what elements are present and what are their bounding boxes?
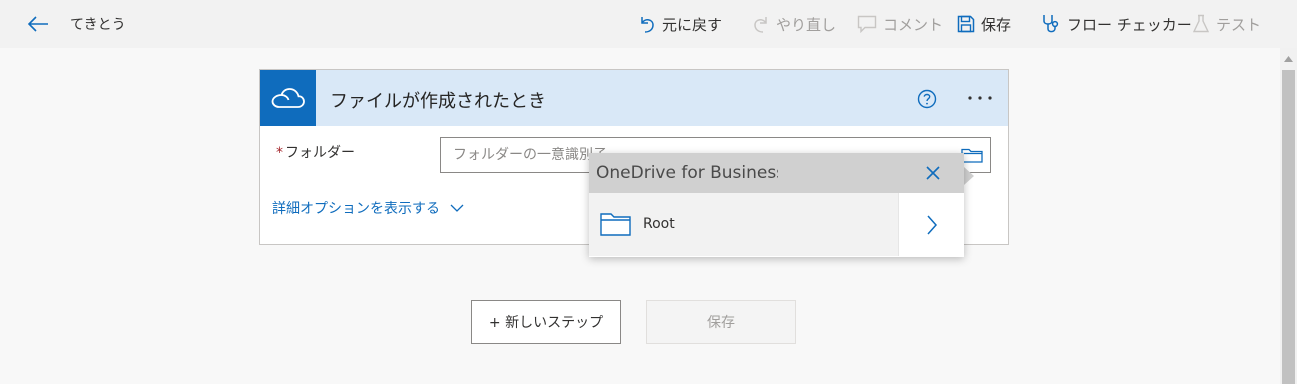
help-button[interactable]	[916, 88, 938, 110]
undo-label: 元に戻す	[662, 15, 723, 34]
trigger-card-header[interactable]: ファイルが作成されたとき	[260, 70, 1008, 126]
comment-icon	[857, 15, 877, 33]
flask-icon	[1192, 14, 1210, 33]
test-button[interactable]: テスト	[1192, 12, 1261, 36]
advanced-options-label: 詳細オプションを表示する	[272, 201, 440, 217]
more-icon	[968, 96, 992, 100]
onedrive-icon	[260, 70, 316, 126]
folder-item-label: Root	[643, 216, 675, 232]
redo-icon	[754, 17, 767, 33]
help-icon	[917, 89, 937, 109]
folder-picker-header: OneDrive for Business	[589, 153, 964, 193]
show-advanced-options-link[interactable]: 詳細オプションを表示する	[272, 198, 464, 218]
save-label: 保存	[981, 15, 1012, 34]
chevron-down-icon	[450, 204, 464, 212]
open-folder-button[interactable]	[898, 193, 964, 256]
comment-label: コメント	[883, 15, 944, 34]
scroll-up-arrow-icon[interactable]	[1280, 52, 1297, 66]
redo-label: やり直し	[776, 15, 837, 34]
folder-label-text: フォルダー	[285, 145, 355, 161]
flow-checker-button[interactable]: フロー チェッカー	[1041, 12, 1192, 36]
required-marker: *	[276, 145, 283, 161]
chevron-right-icon	[926, 215, 937, 234]
more-options-button[interactable]	[960, 84, 1000, 112]
picker-beak	[964, 167, 974, 185]
close-icon	[926, 166, 940, 180]
redo-button[interactable]: やり直し	[752, 12, 836, 36]
test-label: テスト	[1216, 15, 1262, 34]
save-flow-button[interactable]: 保存	[646, 300, 796, 344]
vertical-scrollbar[interactable]	[1280, 48, 1297, 384]
arrow-left-icon	[27, 16, 48, 32]
new-step-button[interactable]: + 新しいステップ	[471, 300, 621, 344]
scrollbar-thumb[interactable]	[1282, 70, 1295, 384]
close-picker-button[interactable]	[923, 163, 943, 183]
command-bar: てきとう 元に戻す やり直し コメント 保存 フロー チェッカー テスト	[0, 0, 1297, 48]
stethoscope-icon	[1043, 15, 1059, 33]
folder-list-item[interactable]: Root	[589, 193, 898, 256]
flow-checker-label: フロー チェッカー	[1067, 15, 1192, 34]
save-icon	[957, 15, 975, 33]
undo-button[interactable]: 元に戻す	[638, 12, 722, 36]
folder-icon	[600, 213, 631, 236]
comment-button[interactable]: コメント	[857, 12, 943, 36]
folder-icon	[961, 148, 983, 163]
back-button[interactable]	[24, 10, 52, 38]
save-button[interactable]: 保存	[957, 12, 1011, 36]
undo-icon	[641, 17, 654, 33]
trigger-title: ファイルが作成されたとき	[330, 91, 546, 112]
folder-picker-title: OneDrive for Business	[596, 163, 778, 183]
folder-picker-popup: OneDrive for Business Root	[589, 153, 964, 257]
flow-name: てきとう	[70, 17, 126, 33]
folder-field-label: * フォルダー	[276, 142, 355, 162]
